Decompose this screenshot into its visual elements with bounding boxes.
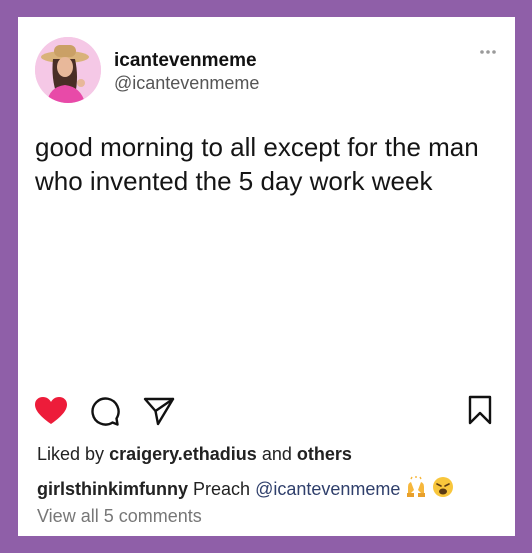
comment-author[interactable]: girlsthinkimfunny	[37, 479, 188, 499]
comment-text: Preach	[193, 479, 251, 499]
paper-plane-icon[interactable]	[143, 396, 175, 426]
heart-filled-icon[interactable]	[34, 396, 68, 426]
post-handle: @icantevenmeme	[114, 73, 260, 93]
bookmark-icon[interactable]	[468, 395, 492, 425]
more-options-icon[interactable]	[478, 47, 498, 57]
weary-face-emoji	[433, 477, 454, 497]
raising-hands-emoji	[407, 476, 426, 497]
post-username[interactable]: icantevenmeme	[114, 50, 257, 72]
likes-prefix: Liked by	[37, 444, 105, 464]
avatar[interactable]	[35, 37, 101, 103]
post-card: icantevenmeme @icantevenmeme good mornin…	[18, 17, 515, 536]
comment-mention[interactable]: @icantevenmeme	[255, 479, 400, 499]
comment-preview: girlsthinkimfunny Preach @icantevenmeme	[37, 476, 454, 500]
likes-summary[interactable]: Liked by craigery.ethadius and others	[37, 444, 352, 465]
speech-bubble-icon[interactable]	[90, 397, 120, 427]
likes-others[interactable]: others	[297, 444, 352, 464]
liker-username[interactable]: craigery.ethadius	[109, 444, 257, 464]
likes-and: and	[261, 444, 292, 464]
post-text: good morning to all except for the man w…	[35, 132, 479, 196]
view-all-comments-link[interactable]: View all 5 comments	[37, 506, 202, 527]
